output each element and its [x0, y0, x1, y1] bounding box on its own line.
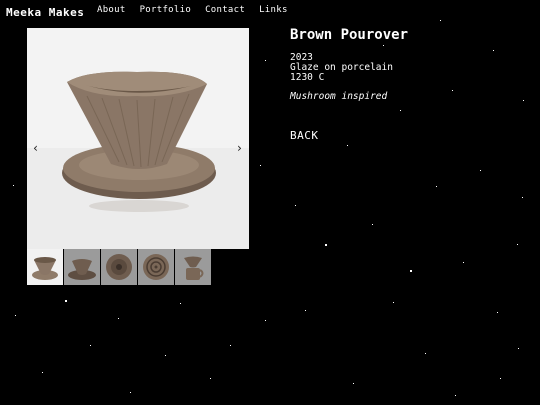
- nav-contact[interactable]: Contact: [205, 5, 245, 15]
- artwork-temperature: 1230 C: [290, 72, 325, 83]
- nav-links[interactable]: Links: [259, 5, 288, 15]
- nav-portfolio[interactable]: Portfolio: [140, 5, 191, 15]
- thumbnail-strip: [27, 249, 212, 285]
- thumbnail-4[interactable]: [138, 249, 174, 285]
- next-image-button[interactable]: ›: [236, 141, 243, 155]
- thumbnail-2[interactable]: [64, 249, 100, 285]
- back-link[interactable]: BACK: [290, 129, 408, 142]
- thumbnail-1[interactable]: [27, 249, 63, 285]
- previous-image-button[interactable]: ‹: [32, 141, 39, 155]
- nav-about[interactable]: About: [97, 5, 126, 15]
- artwork-photo: [27, 28, 249, 249]
- site-logo[interactable]: Meeka Makes: [6, 6, 84, 19]
- thumbnail-3[interactable]: [101, 249, 137, 285]
- artwork-description: Mushroom inspired: [290, 91, 388, 102]
- artwork-details: Brown Pourover 2023 Glaze on porcelain 1…: [290, 27, 408, 142]
- artwork-title: Brown Pourover: [290, 27, 409, 43]
- image-viewer: ‹ ›: [27, 28, 249, 249]
- main-nav: About Portfolio Contact Links: [97, 5, 288, 15]
- thumbnail-5[interactable]: [175, 249, 211, 285]
